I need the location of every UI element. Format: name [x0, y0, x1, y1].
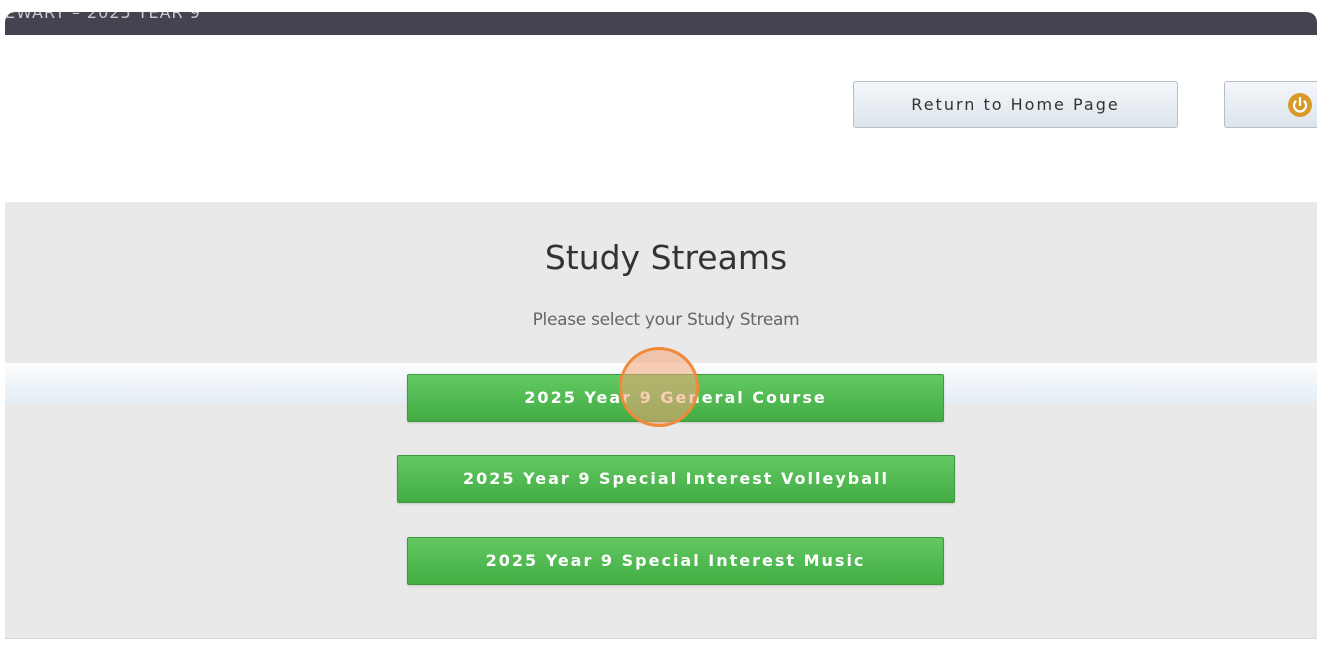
return-home-button[interactable]: Return to Home Page: [853, 81, 1178, 128]
click-indicator: [619, 347, 699, 427]
page-subtitle: Please select your Study Stream: [532, 310, 800, 330]
page-title: Study Streams: [544, 238, 788, 277]
logout-button[interactable]: [1224, 81, 1317, 128]
top-bar-title: EWART – 2025 YEAR 9: [5, 12, 201, 22]
power-icon: [1288, 93, 1312, 117]
top-bar: EWART – 2025 YEAR 9: [5, 12, 1317, 35]
footer-divider: [5, 638, 1317, 639]
app-window: EWART – 2025 YEAR 9 Return to Home Page …: [5, 12, 1317, 662]
study-streams-panel: Study Streams Please select your Study S…: [5, 202, 1317, 638]
stream-button-volleyball[interactable]: 2025 Year 9 Special Interest Volleyball: [397, 455, 955, 503]
header: Return to Home Page: [5, 35, 1317, 202]
stream-button-music[interactable]: 2025 Year 9 Special Interest Music: [407, 537, 944, 585]
